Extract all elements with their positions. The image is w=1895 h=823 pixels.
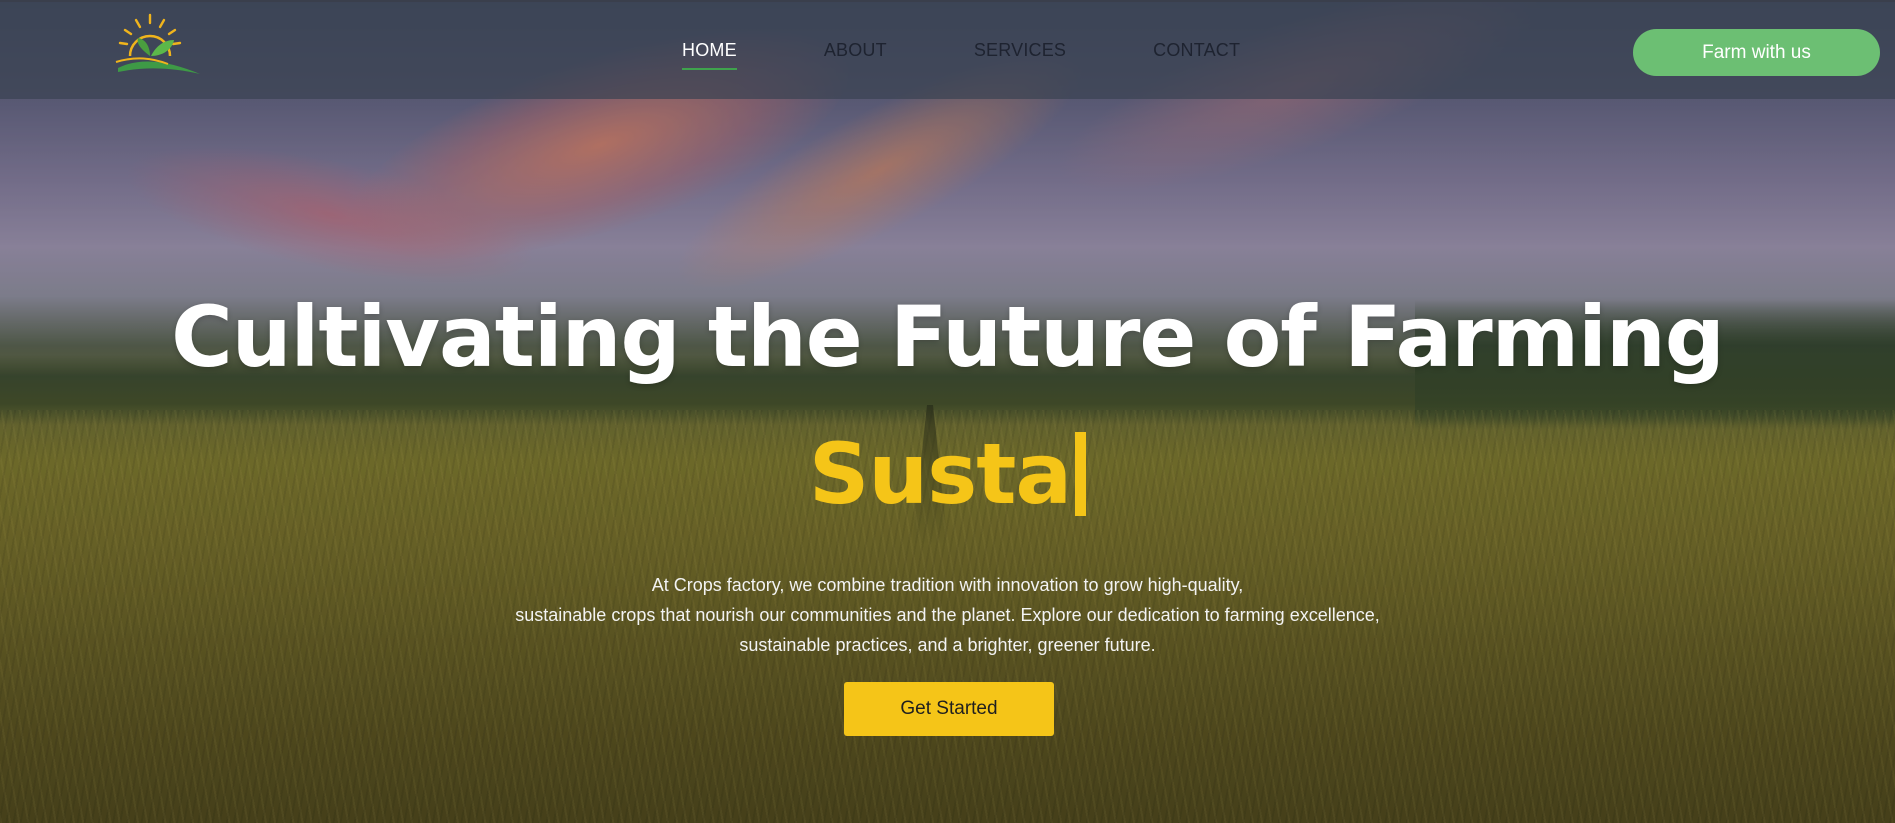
sun-leaf-logo-icon [115, 13, 200, 74]
navbar: HOME ABOUT SERVICES CONTACT Farm with us [0, 2, 1895, 99]
nav-link-about[interactable]: ABOUT [824, 40, 887, 61]
main-nav: HOME ABOUT SERVICES CONTACT [682, 40, 1240, 70]
hero-description: At Crops factory, we combine tradition w… [0, 570, 1895, 660]
typed-text-container: Susta [0, 432, 1895, 516]
nav-link-contact[interactable]: CONTACT [1153, 40, 1240, 61]
get-started-button[interactable]: Get Started [844, 682, 1054, 736]
typed-word: Susta [808, 425, 1072, 523]
hero-description-line: sustainable practices, and a brighter, g… [739, 635, 1156, 655]
nav-link-services[interactable]: SERVICES [974, 40, 1066, 61]
hero-description-line: sustainable crops that nourish our commu… [515, 605, 1380, 625]
nav-link-home[interactable]: HOME [682, 40, 737, 70]
hero-section: HOME ABOUT SERVICES CONTACT Farm with us… [0, 0, 1895, 823]
hero-headline: Cultivating the Future of Farming [171, 288, 1725, 386]
typing-cursor [1075, 432, 1087, 516]
logo-link[interactable] [112, 12, 204, 82]
farm-with-us-button[interactable]: Farm with us [1633, 29, 1880, 76]
hero-description-line: At Crops factory, we combine tradition w… [651, 575, 1244, 595]
